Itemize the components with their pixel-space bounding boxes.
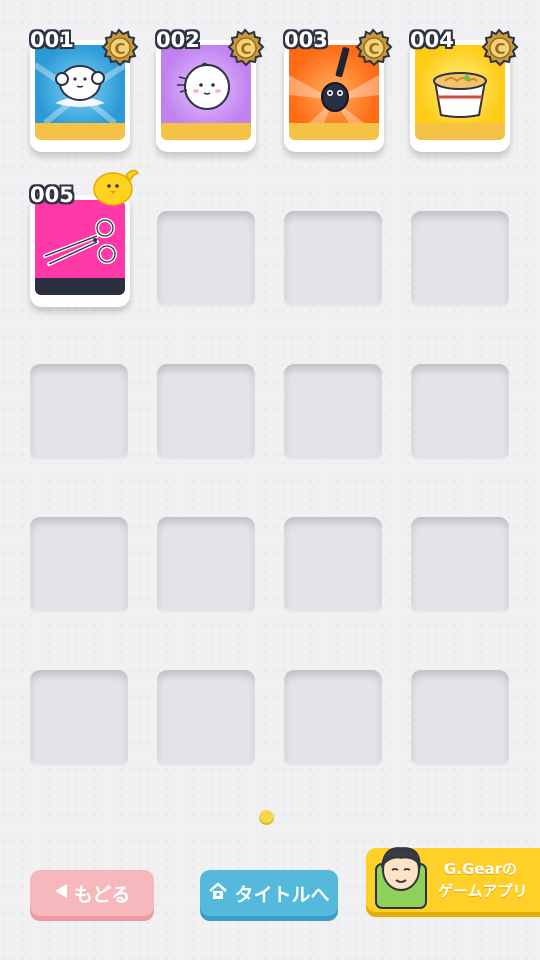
empty-slot: [411, 364, 509, 462]
card-progress-bar: [161, 123, 251, 140]
collection-grid: 001 C 002 C 003 C 004 C 005: [0, 0, 540, 800]
card-number: 004: [410, 28, 454, 52]
empty-slot: [411, 670, 509, 768]
medal-letter: C: [494, 40, 505, 58]
collection-card-002[interactable]: 002 C: [156, 28, 265, 152]
card-number: 005: [30, 183, 74, 207]
empty-slot: [30, 670, 128, 768]
empty-slot: [157, 517, 255, 615]
home-icon: [208, 881, 228, 906]
empty-slot: [284, 517, 382, 615]
medal-letter: C: [240, 40, 251, 58]
empty-slot: [284, 211, 382, 309]
empty-slot: [411, 211, 509, 309]
empty-slot: [157, 211, 255, 309]
collection-card-003[interactable]: 003 C: [284, 28, 393, 152]
card-progress-bar: [415, 123, 505, 140]
card-progress-bar: [35, 123, 125, 140]
empty-slot: [157, 364, 255, 462]
empty-slot: [157, 670, 255, 768]
medal-letter: C: [368, 40, 379, 58]
collection-card-005[interactable]: 005: [30, 169, 140, 307]
promo-line-1: G.Gearの: [444, 860, 518, 878]
title-button-label: タイトルへ: [234, 883, 330, 906]
card-number: 003: [284, 28, 328, 52]
empty-slot: [30, 364, 128, 462]
card-number: 001: [30, 28, 74, 52]
empty-slot: [284, 364, 382, 462]
left-triangle-icon: [54, 882, 68, 904]
card-number: 002: [156, 28, 200, 52]
medal-icon: C: [98, 28, 140, 74]
medal-icon: C: [224, 28, 266, 74]
medal-letter: C: [114, 40, 125, 58]
page-indicator-dot[interactable]: [259, 810, 274, 825]
collection-card-004[interactable]: 004 C: [410, 28, 519, 152]
back-button[interactable]: もどる: [30, 870, 154, 916]
card-progress-bar: [289, 123, 379, 140]
card-art-scissors: [35, 200, 125, 278]
collection-card-001[interactable]: 001 C: [30, 28, 139, 152]
ggear-promo-banner[interactable]: G.Gearの ゲームアプリ: [366, 847, 540, 912]
title-button[interactable]: タイトルへ: [200, 870, 338, 916]
back-button-label: もどる: [73, 883, 131, 906]
new-chick-badge-icon: [88, 159, 142, 209]
character-avatar-icon: [370, 840, 432, 914]
empty-slot: [411, 517, 509, 615]
empty-slot: [30, 517, 128, 615]
empty-slot: [284, 670, 382, 768]
medal-icon: C: [478, 28, 520, 74]
medal-icon: C: [352, 28, 394, 74]
promo-line-2: ゲームアプリ: [438, 882, 528, 900]
card-progress-bar: [35, 278, 125, 295]
